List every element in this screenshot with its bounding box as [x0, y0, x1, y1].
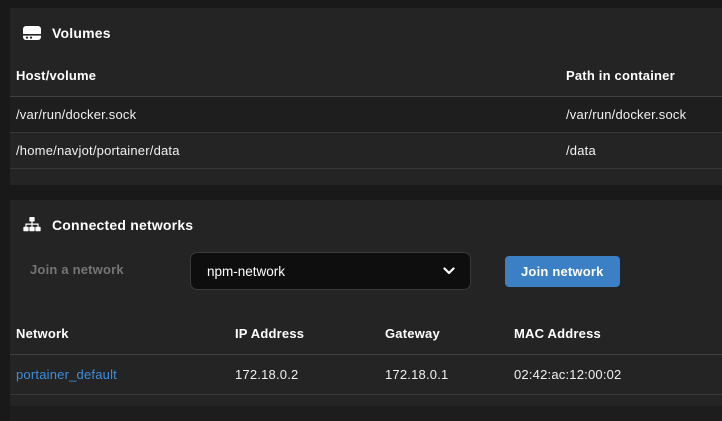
column-header-mac-address: MAC Address [514, 316, 722, 354]
join-network-form: Join a network npm-network Join network [10, 252, 722, 290]
host-volume-cell: /var/run/docker.sock [16, 97, 566, 132]
table-row: /home/navjot/portainer/data /data [10, 133, 722, 169]
connected-networks-panel-title: Connected networks [52, 217, 193, 233]
next-section-cutoff [10, 406, 722, 421]
connected-networks-panel: Connected networks Join a network npm-ne… [10, 200, 722, 421]
path-in-container-cell: /data [566, 133, 722, 168]
sitemap-icon [23, 217, 41, 232]
ip-address-cell: 172.18.0.2 [235, 355, 385, 394]
network-select[interactable]: npm-network [190, 252, 471, 290]
connected-networks-panel-header: Connected networks [10, 200, 722, 234]
volumes-table-header-row: Host/volume Path in container [10, 58, 722, 97]
column-header-path-in-container: Path in container [566, 58, 722, 96]
network-select-value: npm-network [207, 264, 285, 279]
network-link[interactable]: portainer_default [16, 367, 117, 382]
join-network-label: Join a network [30, 262, 124, 277]
container-details-screen: Volumes Host/volume Path in container /v… [0, 0, 722, 421]
table-row: /var/run/docker.sock /var/run/docker.soc… [10, 97, 722, 133]
column-header-network: Network [16, 316, 235, 354]
volumes-panel-header: Volumes [10, 8, 722, 42]
hard-drive-icon [23, 26, 41, 40]
path-in-container-cell: /var/run/docker.sock [566, 97, 722, 132]
column-header-ip-address: IP Address [235, 316, 385, 354]
table-row: portainer_default 172.18.0.2 172.18.0.1 … [10, 355, 722, 395]
gateway-cell: 172.18.0.1 [385, 355, 514, 394]
network-name-cell: portainer_default [16, 355, 235, 394]
networks-table-header-row: Network IP Address Gateway MAC Address [10, 316, 722, 355]
column-header-host-volume: Host/volume [16, 58, 566, 96]
networks-table: Network IP Address Gateway MAC Address p… [10, 316, 722, 395]
column-header-gateway: Gateway [385, 316, 514, 354]
volumes-panel: Volumes Host/volume Path in container /v… [10, 8, 722, 185]
mac-address-cell: 02:42:ac:12:00:02 [514, 355, 722, 394]
volumes-panel-title: Volumes [52, 25, 111, 41]
chevron-down-icon [443, 267, 455, 275]
join-network-button[interactable]: Join network [505, 256, 620, 287]
host-volume-cell: /home/navjot/portainer/data [16, 133, 566, 168]
volumes-table: Host/volume Path in container /var/run/d… [10, 58, 722, 169]
